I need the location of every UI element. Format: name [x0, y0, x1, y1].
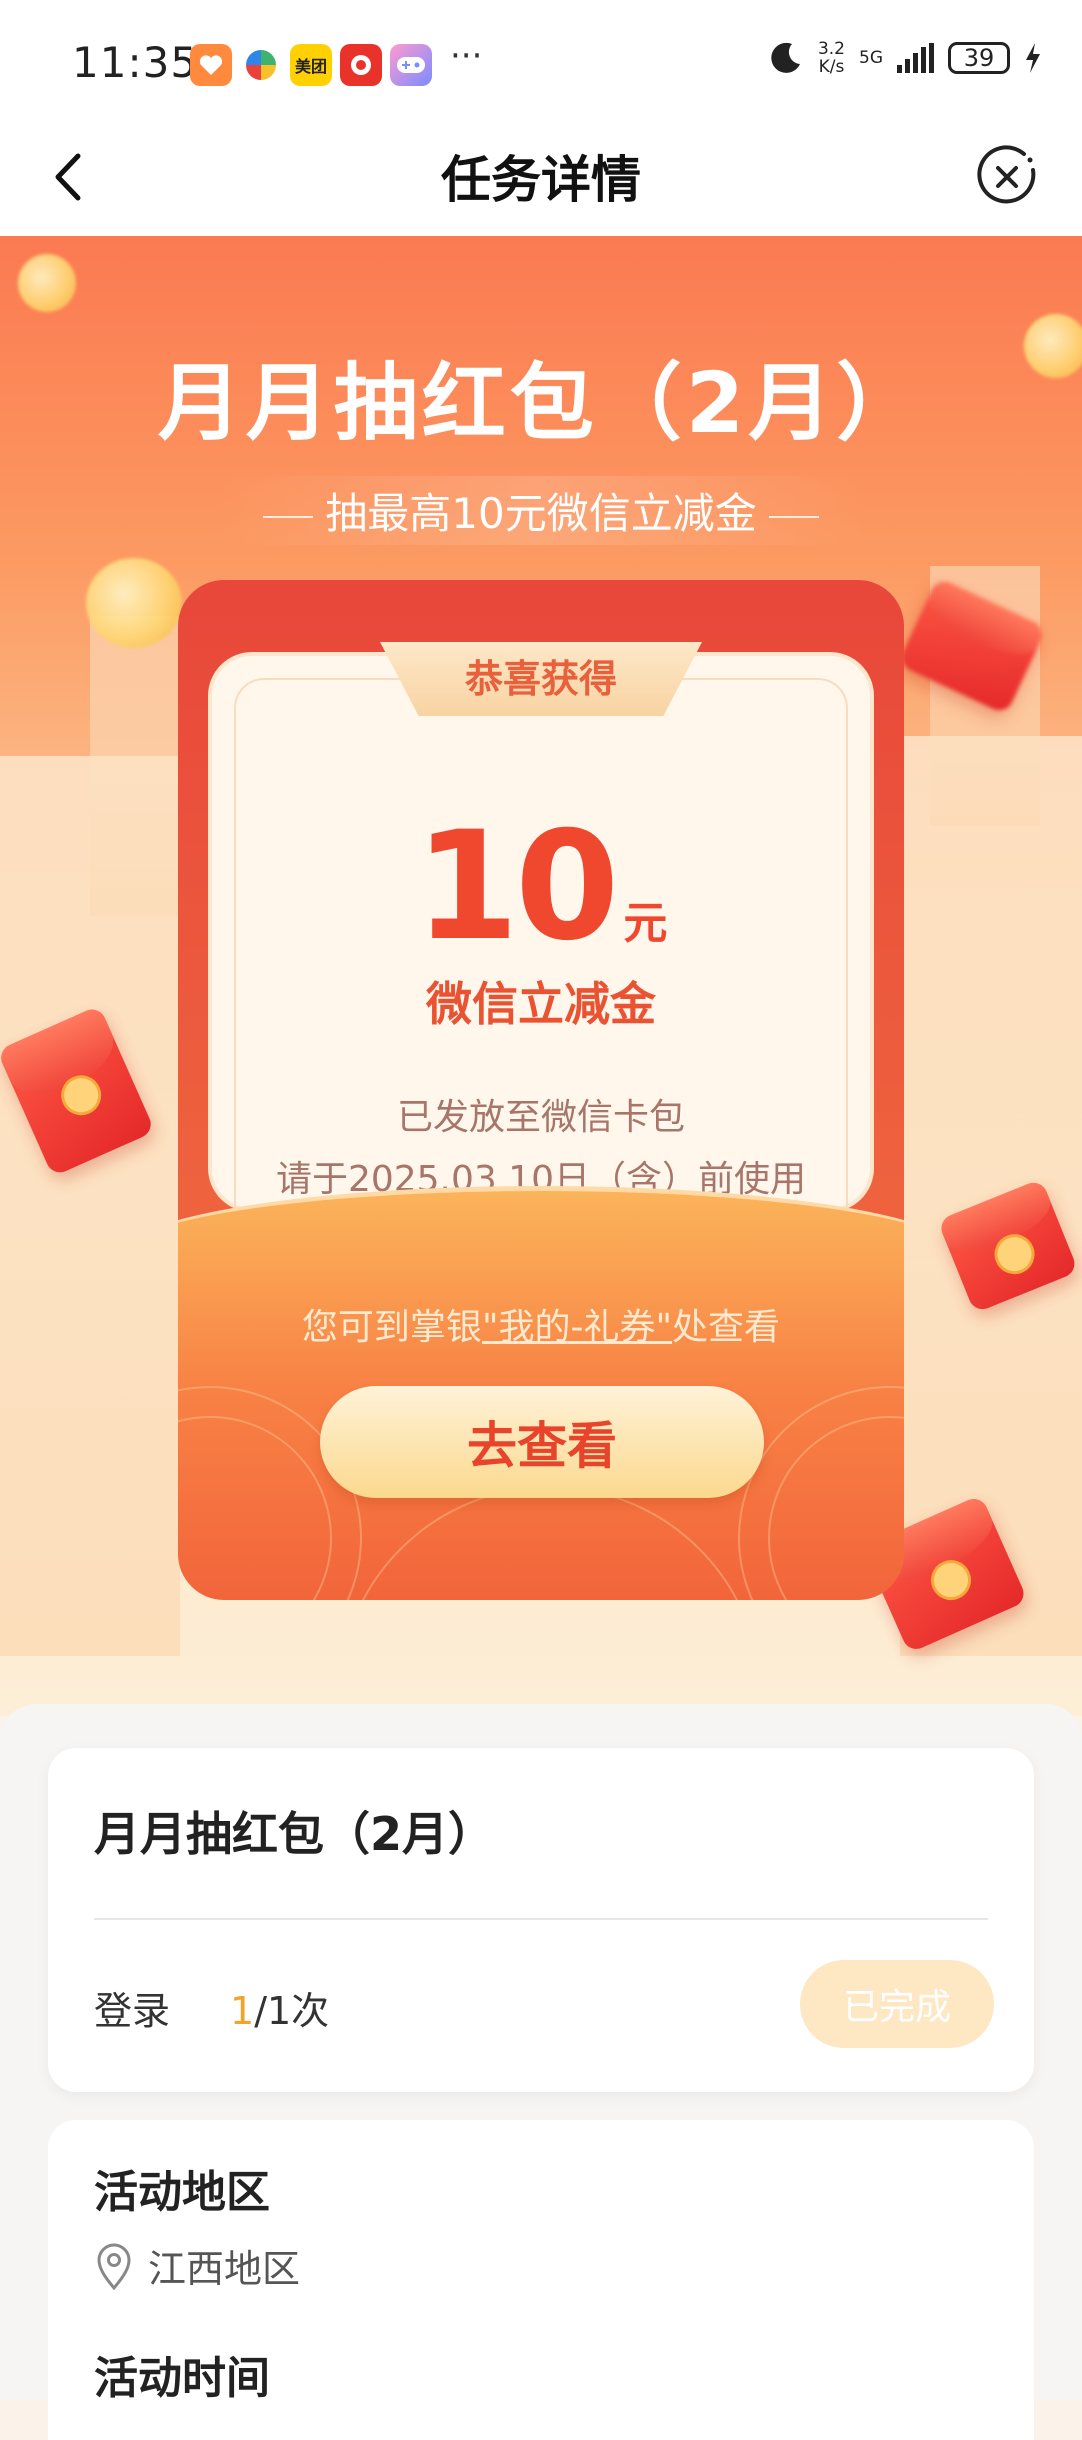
region-text: 江西地区: [148, 2247, 301, 2291]
task-label: 登录: [94, 1989, 171, 2033]
prize-amount: 10 元: [0, 800, 1082, 974]
network-speed-unit: K/s: [818, 57, 845, 77]
gamepad-app-icon: [390, 44, 432, 86]
moon-icon: [771, 42, 800, 73]
status-indicators: 3.2 K/s 5G 39: [768, 40, 1042, 76]
region-heading: 活动地区: [94, 2167, 270, 2218]
network-type: 5G: [859, 48, 883, 68]
status-time: 11:35: [72, 38, 199, 87]
prize-amount-unit: 元: [623, 898, 668, 949]
hero-subtitle: 抽最高10元微信立减金: [211, 476, 871, 545]
go-view-button[interactable]: 去查看: [320, 1386, 764, 1498]
hero-subtitle-text: 抽最高10元微信立减金: [325, 489, 757, 538]
heart-app-icon: [190, 44, 232, 86]
gold-coin-icon: [86, 558, 182, 648]
region-row: 江西地区: [94, 2238, 300, 2293]
charging-bolt-icon: [1026, 43, 1040, 73]
task-card: 月月抽红包（2月） 登录 1/1次 已完成: [48, 1748, 1034, 2092]
network-speed: 3.2 K/s: [818, 40, 845, 76]
battery-level: 39: [963, 44, 995, 72]
notification-app-icons: 美团: [190, 44, 432, 86]
prize-description: 微信立减金: [426, 977, 656, 1031]
hint-suffix: 处查看: [672, 1307, 781, 1348]
gold-coin-icon: [18, 254, 76, 312]
prize-amount-value: 10: [414, 800, 620, 974]
close-button[interactable]: [972, 142, 1042, 212]
pinwheel-app-icon: [240, 44, 282, 86]
battery-icon: 39: [948, 42, 1010, 74]
sent-notice: 已发放至微信卡包: [396, 1097, 685, 1138]
status-more-icon: ···: [450, 36, 483, 76]
page-title: 任务详情: [441, 151, 641, 209]
view-location-hint: 您可到掌银"我的-礼券"处查看: [0, 1298, 1082, 1350]
task-title: 月月抽红包（2月）: [94, 1807, 495, 1861]
status-bar: 11:35 美团 ··· 3.2 K/s 5G 39: [0, 0, 1082, 120]
activity-info-card: 活动地区 江西地区 活动时间: [48, 2120, 1034, 2440]
signal-bars-icon: [897, 43, 934, 73]
hint-prefix: 您可到掌银: [301, 1307, 482, 1348]
network-speed-value: 3.2: [817, 39, 845, 59]
task-progress-total: /1次: [254, 1989, 330, 2033]
time-heading: 活动时间: [94, 2353, 270, 2404]
task-progress: 1/1次: [230, 1980, 329, 2035]
divider: [94, 1918, 988, 1920]
hero-title: 月月抽红包（2月）: [157, 354, 925, 452]
nav-bar: 任务详情: [0, 120, 1082, 236]
task-progress-done: 1: [230, 1989, 255, 2033]
my-coupons-link[interactable]: "我的-礼券": [482, 1307, 672, 1348]
close-icon: [977, 145, 1036, 204]
meituan-app-icon: 美团: [290, 44, 332, 86]
congrats-text: 恭喜获得: [464, 657, 617, 701]
location-pin-icon: [97, 2243, 131, 2290]
red-app-icon: [340, 44, 382, 86]
completed-button[interactable]: 已完成: [800, 1960, 994, 2048]
